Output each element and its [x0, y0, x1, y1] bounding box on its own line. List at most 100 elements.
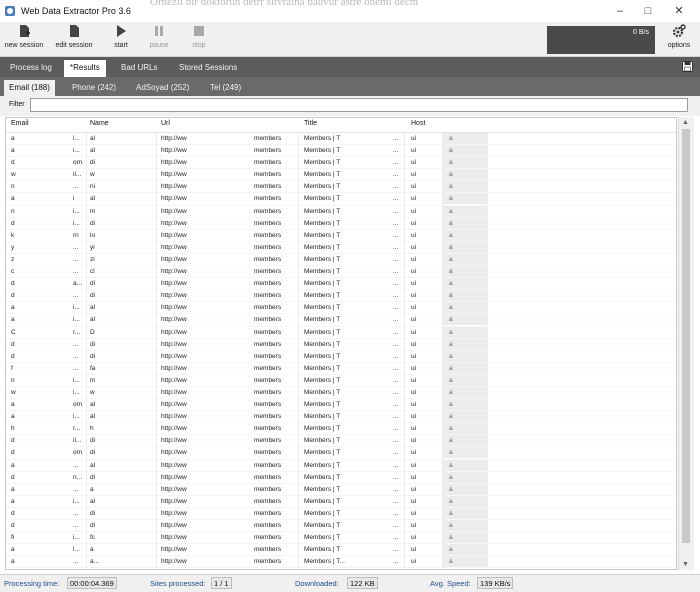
- tab-bad-urls[interactable]: Bad URLs: [115, 60, 163, 77]
- table-row[interactable]: d... di http://ww members Members | T... ui a: [6, 338, 676, 351]
- cell-name: di: [90, 509, 96, 517]
- cell-host: ui: [411, 546, 417, 554]
- column-header-name[interactable]: Name: [90, 120, 109, 127]
- cell-email: d: [11, 522, 15, 529]
- cell-u2: members: [254, 364, 282, 372]
- cell-url: http://ww: [161, 171, 187, 179]
- table-row[interactable]: d om di http://ww members Members | T... ui a: [6, 157, 676, 170]
- table-row[interactable]: w i... w http://ww members Members | T... ui a: [6, 386, 676, 400]
- tab-email[interactable]: Email (188): [4, 80, 55, 96]
- cell-name: h: [90, 425, 94, 433]
- cell-host: ui: [411, 328, 417, 336]
- table-row[interactable]: a... a... http://ww members Members | T.....…: [6, 556, 676, 569]
- cell-h2: a: [449, 558, 453, 566]
- cell-email: a: [11, 316, 15, 324]
- table-row[interactable]: a i al http://ww members Members | T... ui a: [6, 193, 676, 206]
- tab-phone[interactable]: Phone (242): [67, 80, 121, 96]
- table-row[interactable]: d il... di http://ww members Members | T... ui…: [6, 435, 676, 448]
- table-row[interactable]: Cr... Dhttp://ww members Members | T... ui a: [6, 326, 676, 339]
- table-row[interactable]: w il... w http://ww members Members | T... ui a: [6, 169, 676, 182]
- cell-title: Members | T: [304, 304, 341, 312]
- table-row[interactable]: n i... m http://ww members Members | T... ui a: [6, 205, 676, 218]
- cell-u2: members: [254, 135, 282, 142]
- cell-title: Members | T: [304, 522, 341, 529]
- vertical-scrollbar[interactable]: ▲ ▼: [678, 117, 694, 570]
- table-row[interactable]: d i... di http://ww members Members | T... ui a: [6, 217, 676, 230]
- cell-e2: i...: [73, 207, 80, 215]
- table-row[interactable]: a l... a http://ww members Members | T... ui a: [6, 544, 676, 557]
- table-row[interactable]: a i... al http://ww members Members | T... ui a: [6, 133, 676, 146]
- scroll-down-icon[interactable]: ▼: [682, 561, 689, 568]
- column-header-title[interactable]: Title: [304, 120, 317, 127]
- column-header-url[interactable]: Url: [161, 120, 170, 127]
- cell-u2: members: [254, 255, 282, 263]
- cell-u2: members: [254, 207, 282, 215]
- tab-adsoyad[interactable]: AdSoyad (252): [131, 80, 194, 96]
- cell-host: ui: [411, 558, 417, 566]
- table-row[interactable]: fi i... fc http://ww members Members | T... ui…: [6, 532, 676, 545]
- save-icon[interactable]: [682, 61, 693, 72]
- stop-button[interactable]: stop: [184, 24, 214, 54]
- cell-host: ui: [411, 485, 417, 493]
- cell-u2: members: [254, 243, 282, 251]
- table-row[interactable]: f... fa http://ww members Members | T... ui a: [6, 362, 676, 375]
- table-row[interactable]: d... di http://ww members Members | T... ui a: [6, 350, 676, 363]
- tab-stored-sessions[interactable]: Stored Sessions: [173, 60, 243, 77]
- status-bar: Processing time: 00:00:04.369 Sites proc…: [0, 574, 700, 592]
- pause-button[interactable]: pause: [144, 24, 174, 54]
- close-button[interactable]: ✕: [669, 4, 689, 18]
- table-row[interactable]: a i... al http://ww members Members | T... ui a: [6, 302, 676, 315]
- cell-t2: ...: [393, 473, 399, 481]
- table-row[interactable]: k rn lo http://ww members Members | T... ui a: [6, 229, 676, 242]
- table-row[interactable]: y... yi http://ww members Members | T... ui a: [6, 241, 676, 254]
- table-row[interactable]: a... a http://ww members Members | T... ui a: [6, 483, 676, 496]
- new-session-button[interactable]: new session: [2, 24, 46, 54]
- table-row[interactable]: d a... di http://ww members Members | T... ui a: [6, 278, 676, 291]
- cell-e2: ...: [73, 485, 79, 493]
- column-header-email[interactable]: Email: [11, 120, 29, 127]
- start-button[interactable]: start: [106, 24, 136, 54]
- edit-session-button[interactable]: edit session: [52, 24, 96, 54]
- tab-process-log[interactable]: Process log: [4, 60, 58, 77]
- cell-email: n: [11, 207, 15, 215]
- column-header-host[interactable]: Host: [411, 120, 425, 127]
- options-button[interactable]: options: [662, 24, 696, 54]
- cell-title: Members | T: [304, 485, 341, 493]
- cell-url: http://ww: [161, 497, 187, 505]
- table-row[interactable]: a i... al http://ww members Members | T... ui a: [6, 314, 676, 327]
- cell-title: Members | T: [304, 280, 341, 288]
- table-row[interactable]: d... di http://ww members Members | T... ui a: [6, 507, 676, 520]
- scroll-up-icon[interactable]: ▲: [682, 119, 689, 126]
- table-row[interactable]: z... zi http://ww members Members | T... ui a: [6, 253, 676, 267]
- cell-h2: a: [449, 546, 453, 554]
- grid-header: Email Name Url Title Host: [6, 118, 676, 133]
- cell-host: ui: [411, 461, 417, 469]
- cell-host: ui: [411, 534, 417, 542]
- cell-e2: ...: [73, 522, 79, 529]
- table-row[interactable]: a i... al http://ww members Members | T... ui a: [6, 495, 676, 508]
- table-row[interactable]: d n... di http://ww members Members | T... ui a: [6, 471, 676, 484]
- tab-tel[interactable]: Tel (249): [205, 80, 246, 96]
- table-row[interactable]: a i... al http://ww members Members | T... ui a: [6, 411, 676, 424]
- minimize-button[interactable]: –: [610, 4, 630, 18]
- table-row[interactable]: a om al http://ww members Members | T... ui a: [6, 399, 676, 412]
- table-row[interactable]: d om di http://ww members Members | T... ui a: [6, 447, 676, 460]
- cell-name: al: [90, 316, 96, 324]
- table-row[interactable]: h r... h http://ww members Members | T... ui a: [6, 423, 676, 436]
- cell-h2: a: [449, 304, 453, 312]
- cell-url: http://ww: [161, 485, 187, 493]
- table-row[interactable]: d... di http://ww members Members | T... ui a: [6, 520, 676, 533]
- avg-speed-value: 139 KB/s: [477, 577, 514, 589]
- scroll-thumb[interactable]: [682, 129, 690, 543]
- table-row[interactable]: d... di http://ww members Members | T... ui a: [6, 290, 676, 303]
- table-row[interactable]: a i... al http://ww members Members | T... ui a: [6, 145, 676, 158]
- maximize-button[interactable]: □: [638, 4, 658, 18]
- table-row[interactable]: a... al http://ww members Members | T... ui a: [6, 459, 676, 472]
- table-row[interactable]: c... cl http://ww members Members | T... ui a: [6, 266, 676, 279]
- table-row[interactable]: n i... m http://ww members Members | T... ui a: [6, 374, 676, 387]
- tab-results[interactable]: *Results: [64, 60, 106, 77]
- table-row[interactable]: n... ni http://ww members Members | T... ui a: [6, 181, 676, 194]
- cell-h2: a: [449, 376, 453, 384]
- filter-input[interactable]: [30, 98, 688, 112]
- cell-e2: ...: [73, 558, 79, 566]
